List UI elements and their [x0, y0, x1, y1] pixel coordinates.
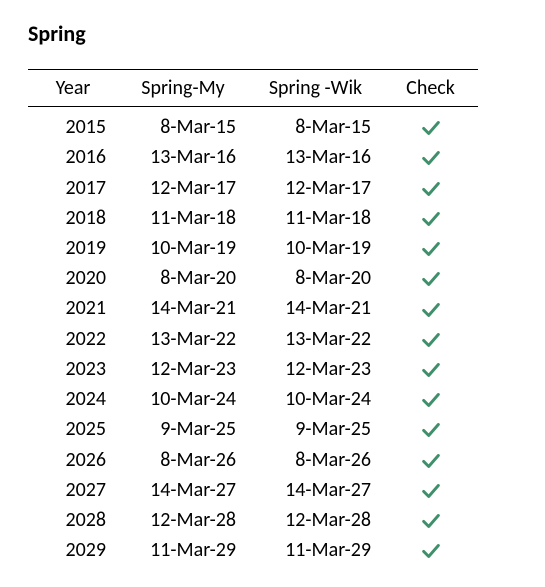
check-icon	[420, 329, 442, 351]
check-icon	[420, 389, 442, 411]
cell-spring-my: 9-Mar-25	[118, 414, 248, 444]
cell-spring-my: 8-Mar-26	[118, 444, 248, 474]
cell-spring-wik: 11-Mar-29	[248, 535, 383, 565]
cell-spring-my: 10-Mar-19	[118, 233, 248, 263]
cell-spring-wik: 12-Mar-23	[248, 354, 383, 384]
check-icon	[420, 147, 442, 169]
cell-spring-my: 13-Mar-16	[118, 142, 248, 172]
table-row: 202114-Mar-2114-Mar-21	[28, 293, 478, 323]
table-row: 201910-Mar-1910-Mar-19	[28, 233, 478, 263]
table-row: 20268-Mar-268-Mar-26	[28, 444, 478, 474]
cell-check	[383, 505, 478, 535]
table-row: 20208-Mar-208-Mar-20	[28, 263, 478, 293]
cell-check	[383, 414, 478, 444]
table-row: 202911-Mar-2911-Mar-29	[28, 535, 478, 565]
table-row: 202410-Mar-2410-Mar-24	[28, 384, 478, 414]
cell-check	[383, 172, 478, 202]
cell-spring-wik: 10-Mar-24	[248, 384, 383, 414]
page-title: Spring	[28, 20, 517, 47]
cell-check	[383, 354, 478, 384]
table-row: 202213-Mar-2213-Mar-22	[28, 324, 478, 354]
check-icon	[420, 419, 442, 441]
table-row: 201613-Mar-1613-Mar-16	[28, 142, 478, 172]
cell-check	[383, 293, 478, 323]
col-my: Spring-My	[118, 70, 248, 107]
cell-spring-my: 13-Mar-22	[118, 324, 248, 354]
cell-spring-my: 8-Mar-15	[118, 107, 248, 143]
cell-spring-wik: 13-Mar-22	[248, 324, 383, 354]
cell-check	[383, 324, 478, 354]
check-icon	[420, 540, 442, 562]
cell-spring-my: 8-Mar-20	[118, 263, 248, 293]
cell-spring-wik: 9-Mar-25	[248, 414, 383, 444]
cell-spring-my: 12-Mar-23	[118, 354, 248, 384]
cell-spring-wik: 10-Mar-19	[248, 233, 383, 263]
cell-spring-wik: 14-Mar-27	[248, 475, 383, 505]
cell-check	[383, 142, 478, 172]
cell-year: 2023	[28, 354, 118, 384]
cell-spring-my: 12-Mar-28	[118, 505, 248, 535]
check-icon	[420, 480, 442, 502]
cell-year: 2028	[28, 505, 118, 535]
check-icon	[420, 510, 442, 532]
cell-year: 2021	[28, 293, 118, 323]
table-row: 201811-Mar-1811-Mar-18	[28, 203, 478, 233]
cell-spring-my: 12-Mar-17	[118, 172, 248, 202]
cell-year: 2026	[28, 444, 118, 474]
cell-check	[383, 203, 478, 233]
cell-spring-my: 11-Mar-29	[118, 535, 248, 565]
cell-spring-my: 11-Mar-18	[118, 203, 248, 233]
cell-year: 2016	[28, 142, 118, 172]
cell-check	[383, 444, 478, 474]
cell-year: 2027	[28, 475, 118, 505]
cell-check	[383, 263, 478, 293]
cell-check	[383, 107, 478, 143]
table-row: 202312-Mar-2312-Mar-23	[28, 354, 478, 384]
check-icon	[420, 268, 442, 290]
check-icon	[420, 299, 442, 321]
table-row: 20158-Mar-158-Mar-15	[28, 107, 478, 143]
cell-check	[383, 475, 478, 505]
col-check: Check	[383, 70, 478, 107]
cell-spring-my: 10-Mar-24	[118, 384, 248, 414]
check-icon	[420, 238, 442, 260]
check-icon	[420, 117, 442, 139]
cell-spring-my: 14-Mar-21	[118, 293, 248, 323]
cell-check	[383, 384, 478, 414]
cell-spring-wik: 12-Mar-28	[248, 505, 383, 535]
cell-spring-wik: 13-Mar-16	[248, 142, 383, 172]
cell-check	[383, 535, 478, 565]
cell-year: 2015	[28, 107, 118, 143]
check-icon	[420, 208, 442, 230]
cell-check	[383, 233, 478, 263]
cell-year: 2022	[28, 324, 118, 354]
cell-spring-my: 14-Mar-27	[118, 475, 248, 505]
cell-year: 2017	[28, 172, 118, 202]
cell-spring-wik: 8-Mar-15	[248, 107, 383, 143]
cell-spring-wik: 8-Mar-26	[248, 444, 383, 474]
cell-year: 2020	[28, 263, 118, 293]
table-row: 202714-Mar-2714-Mar-27	[28, 475, 478, 505]
cell-spring-wik: 11-Mar-18	[248, 203, 383, 233]
table-row: 202812-Mar-2812-Mar-28	[28, 505, 478, 535]
table-row: 20259-Mar-259-Mar-25	[28, 414, 478, 444]
spring-table: Year Spring-My Spring -Wik Check 20158-M…	[28, 69, 478, 565]
cell-spring-wik: 8-Mar-20	[248, 263, 383, 293]
check-icon	[420, 359, 442, 381]
check-icon	[420, 178, 442, 200]
cell-year: 2029	[28, 535, 118, 565]
check-icon	[420, 450, 442, 472]
cell-year: 2024	[28, 384, 118, 414]
col-wik: Spring -Wik	[248, 70, 383, 107]
cell-year: 2019	[28, 233, 118, 263]
col-year: Year	[28, 70, 118, 107]
table-row: 201712-Mar-1712-Mar-17	[28, 172, 478, 202]
cell-spring-wik: 12-Mar-17	[248, 172, 383, 202]
cell-year: 2025	[28, 414, 118, 444]
cell-year: 2018	[28, 203, 118, 233]
cell-spring-wik: 14-Mar-21	[248, 293, 383, 323]
